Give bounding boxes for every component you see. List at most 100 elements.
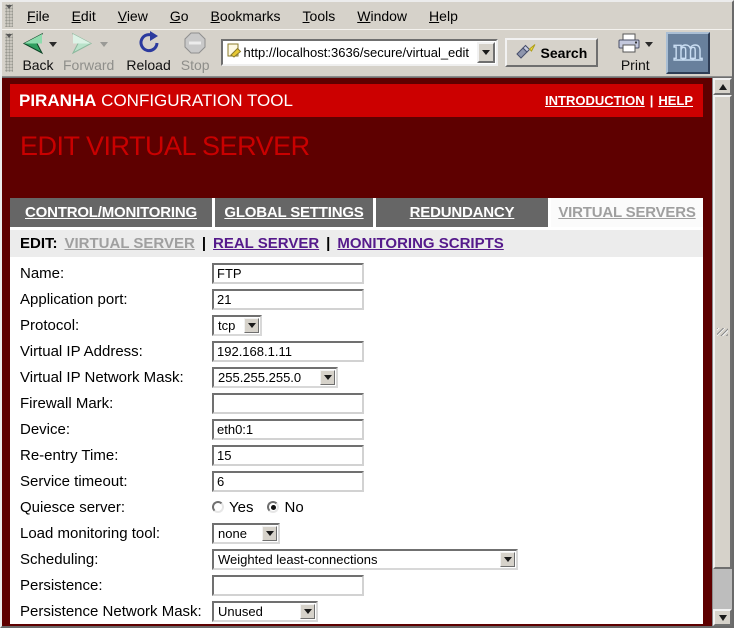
back-label: Back [22, 57, 53, 73]
form-row-load-monitoring: Load monitoring tool: none [10, 520, 703, 546]
forward-arrow-icon [70, 31, 96, 58]
field-label: Persistence Network Mask: [20, 603, 212, 620]
scrollbar-track[interactable] [713, 95, 732, 609]
field-label: Name: [20, 265, 212, 282]
back-arrow-icon [19, 31, 45, 58]
field-label: Service timeout: [20, 473, 212, 490]
app-title: PIRANHA CONFIGURATION TOOL [19, 91, 293, 111]
arrow-down-icon [719, 615, 727, 621]
forward-dropdown-caret [100, 42, 108, 47]
device-input[interactable] [212, 419, 364, 440]
form-row-firewall-mark: Firewall Mark: [10, 390, 703, 416]
menu-bookmarks[interactable]: Bookmarks [200, 5, 292, 27]
field-label: Protocol: [20, 317, 212, 334]
bookmark-icon[interactable] [226, 42, 242, 63]
introduction-link[interactable]: INTRODUCTION [545, 93, 645, 108]
menubar-grip-handle[interactable] [5, 4, 13, 27]
radio-label-yes: Yes [229, 499, 253, 516]
menu-bar: File Edit View Go Bookmarks Tools Window… [2, 2, 732, 29]
quiesce-no-radio[interactable] [267, 501, 279, 513]
field-label: Application port: [20, 291, 212, 308]
tab-redundancy[interactable]: REDUNDANCY [376, 198, 548, 227]
thumb-grip-icon [717, 328, 728, 336]
menu-file[interactable]: File [16, 5, 61, 27]
field-label: Scheduling: [20, 551, 212, 568]
vertical-scrollbar[interactable] [712, 78, 732, 626]
name-input[interactable] [212, 263, 364, 284]
browser-window: File Edit View Go Bookmarks Tools Window… [0, 0, 734, 628]
form-row-scheduling: Scheduling: Weighted least-connections [10, 546, 703, 572]
subnav-virtual-server-link[interactable]: VIRTUAL SERVER [65, 235, 195, 252]
tab-virtual-servers[interactable]: VIRTUAL SERVERS [551, 198, 703, 227]
forward-button[interactable]: Forward [60, 32, 117, 74]
forward-label: Forward [63, 57, 114, 73]
menu-window[interactable]: Window [346, 5, 418, 27]
persistence-mask-select[interactable]: Unused [212, 601, 318, 622]
help-link[interactable]: HELP [658, 93, 693, 108]
form-row-virtual-ip-mask: Virtual IP Network Mask: 255.255.255.0 [10, 364, 703, 390]
persistence-input[interactable] [212, 575, 364, 596]
print-dropdown-caret[interactable] [645, 42, 653, 47]
reentry-time-input[interactable] [212, 445, 364, 466]
stop-label: Stop [181, 57, 210, 73]
virtual-ip-mask-select[interactable]: 255.255.255.0 [212, 367, 338, 388]
dropdown-arrow-icon [500, 552, 515, 567]
toolbar-grip-handle[interactable] [5, 33, 13, 72]
form-row-protocol: Protocol: tcp [10, 312, 703, 338]
selected-value: Unused [214, 603, 299, 620]
url-input[interactable] [242, 43, 477, 62]
field-label: Virtual IP Network Mask: [20, 369, 212, 386]
reload-button[interactable]: Reload [123, 32, 173, 74]
radio-dot [271, 505, 276, 510]
flashlight-icon [516, 43, 536, 62]
field-label: Quiesce server: [20, 499, 212, 516]
stop-button[interactable]: Stop [178, 32, 213, 74]
scroll-up-button[interactable] [713, 78, 732, 95]
search-button[interactable]: Search [505, 38, 599, 67]
main-tab-bar: CONTROL/MONITORING GLOBAL SETTINGS REDUN… [10, 198, 703, 230]
firewall-mark-input[interactable] [212, 393, 364, 414]
tab-control-monitoring[interactable]: CONTROL/MONITORING [10, 198, 212, 227]
form-row-virtual-ip: Virtual IP Address: [10, 338, 703, 364]
subnav-real-server-link[interactable]: REAL SERVER [213, 235, 319, 252]
svg-text:m: m [673, 34, 703, 67]
back-dropdown-caret[interactable] [49, 42, 57, 47]
print-button[interactable]: Print [614, 32, 656, 74]
field-label: Re-entry Time: [20, 447, 212, 464]
url-history-dropdown[interactable] [477, 42, 495, 63]
protocol-select[interactable]: tcp [212, 315, 262, 336]
menu-edit[interactable]: Edit [61, 5, 107, 27]
arrow-up-icon [719, 84, 727, 90]
field-label: Firewall Mark: [20, 395, 212, 412]
form-row-application-port: Application port: [10, 286, 703, 312]
application-port-input[interactable] [212, 289, 364, 310]
field-label: Load monitoring tool: [20, 525, 212, 542]
form-row-persistence: Persistence: [10, 572, 703, 598]
service-timeout-input[interactable] [212, 471, 364, 492]
dropdown-arrow-icon [262, 526, 277, 541]
menu-help[interactable]: Help [418, 5, 469, 27]
quiesce-yes-radio[interactable] [212, 501, 224, 513]
menu-go[interactable]: Go [159, 5, 200, 27]
scrollbar-thumb[interactable] [713, 95, 732, 569]
back-button[interactable]: Back [16, 32, 60, 74]
mozilla-logo-button[interactable]: m [666, 32, 710, 74]
load-monitoring-select[interactable]: none [212, 523, 280, 544]
selected-value: 255.255.255.0 [214, 369, 319, 386]
dropdown-arrow-icon [244, 318, 259, 333]
menu-tools[interactable]: Tools [292, 5, 347, 27]
scheduling-select[interactable]: Weighted least-connections [212, 549, 518, 570]
form-row-quiesce-server: Quiesce server: Yes No [10, 494, 703, 520]
subnav-separator: | [202, 235, 206, 252]
form-row-device: Device: [10, 416, 703, 442]
piranha-header-bar: PIRANHA CONFIGURATION TOOL INTRODUCTION … [10, 84, 703, 117]
page-title: EDIT VIRTUAL SERVER [20, 131, 712, 162]
subnav-prefix: EDIT: [20, 235, 58, 252]
form-row-reentry-time: Re-entry Time: [10, 442, 703, 468]
subnav-monitoring-scripts-link[interactable]: MONITORING SCRIPTS [337, 235, 503, 252]
virtual-ip-input[interactable] [212, 341, 364, 362]
menu-view[interactable]: View [107, 5, 159, 27]
field-label: Persistence: [20, 577, 212, 594]
scroll-down-button[interactable] [713, 609, 732, 626]
tab-global-settings[interactable]: GLOBAL SETTINGS [215, 198, 373, 227]
